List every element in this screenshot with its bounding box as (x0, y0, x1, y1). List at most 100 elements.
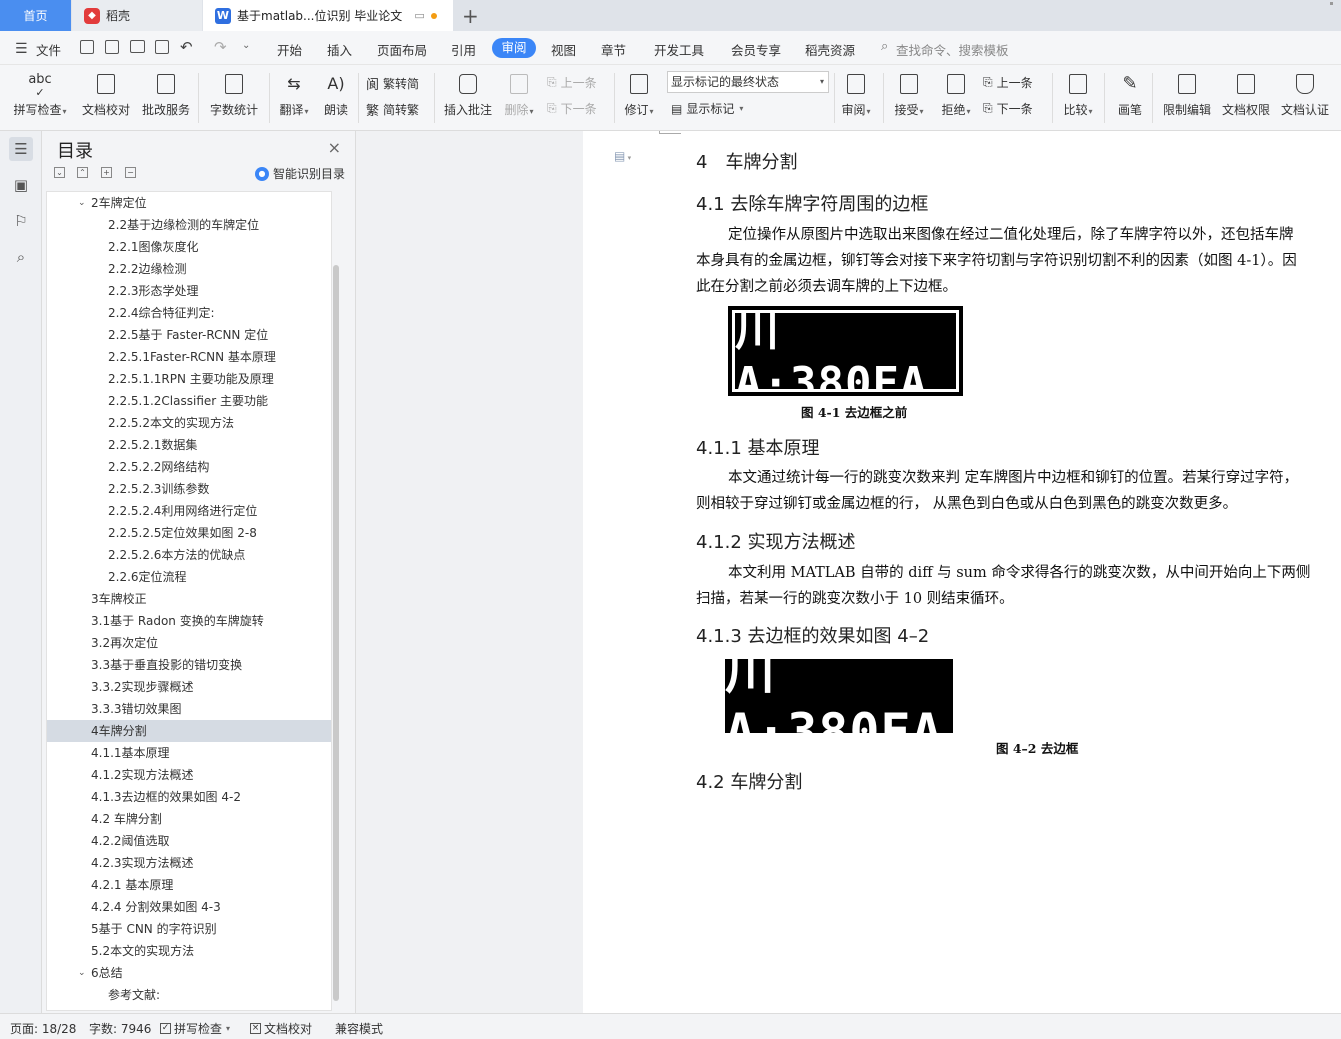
toc-item[interactable]: 3.3.3错切效果图 (47, 698, 331, 720)
chevron-down-icon[interactable]: ⌄ (78, 962, 86, 984)
trad-to-simp-button[interactable]: 阆繁转简 (366, 74, 419, 93)
toc-item[interactable]: 2.2.2边缘检测 (47, 258, 331, 280)
chapter-nav-icon[interactable]: ▣ (9, 173, 33, 197)
toc-item[interactable]: 2.2.5.2.5定位效果如图 2-8 (47, 522, 331, 544)
doc-proofread-button[interactable]: 文档校对 (80, 65, 132, 118)
toc-item[interactable]: 2.2.5.1.2Classifier 主要功能 (47, 390, 331, 412)
command-search-input[interactable]: 查找命令、搜索模板 (896, 40, 1009, 59)
menu-insert[interactable]: 插入 (327, 40, 352, 59)
toc-item[interactable]: 4车牌分割 (47, 720, 331, 742)
toc-item[interactable]: 2.2.4综合特征判定: (47, 302, 331, 324)
add-level-icon[interactable]: + (101, 167, 112, 178)
hamburger-icon[interactable]: ☰ (15, 41, 28, 57)
collapse-all-icon[interactable]: ⌄ (54, 167, 65, 178)
menu-member[interactable]: 会员专享 (731, 40, 781, 59)
undo-icon[interactable]: ↶ (180, 38, 193, 56)
menu-chapter[interactable]: 章节 (601, 40, 626, 59)
word-count-button[interactable]: 字数统计 (206, 65, 262, 118)
toc-item[interactable]: 2.2基于边缘检测的车牌定位 (47, 214, 331, 236)
show-markup-button[interactable]: ▤ 显示标记 ▾ (671, 100, 743, 117)
toc-item[interactable]: 2.2.6定位流程 (47, 566, 331, 588)
insert-comment-button[interactable]: 插入批注 (442, 65, 494, 118)
redo-icon[interactable]: ↷ (214, 38, 227, 56)
export-pdf-icon[interactable] (105, 40, 119, 54)
page-indicator[interactable]: 页面: 18/28 (10, 1020, 76, 1037)
toc-item[interactable]: 4.2.3实现方法概述 (47, 852, 331, 874)
simp-to-trad-button[interactable]: 繁简转繁 (366, 100, 419, 119)
window-minimize-icon[interactable] (1330, 2, 1333, 5)
toc-item[interactable]: 5.2本文的实现方法 (47, 940, 331, 962)
toc-item[interactable]: 3.3基于垂直投影的错切变换 (47, 654, 331, 676)
toc-item[interactable]: 4.2 车牌分割 (47, 808, 331, 830)
toc-item[interactable]: 2.2.5.2.2网络结构 (47, 456, 331, 478)
search-icon[interactable]: ⌕ (9, 245, 33, 269)
doc-outline-icon[interactable]: ▤ ▾ (614, 149, 631, 163)
markup-mode-select[interactable]: 显示标记的最终状态 ▾ (667, 71, 829, 93)
doc-permission-button[interactable]: 文档权限 (1220, 65, 1272, 118)
remove-level-icon[interactable]: − (125, 167, 136, 178)
toc-item[interactable]: 4.1.3去边框的效果如图 4-2 (47, 786, 331, 808)
toc-scrollbar[interactable] (333, 265, 339, 1001)
toc-item[interactable]: 参考文献: (47, 984, 331, 1006)
doc-certify-button[interactable]: 文档认证 (1279, 65, 1331, 118)
screen-icon[interactable]: ▭ (414, 9, 424, 22)
toc-item[interactable]: ⌄ 2车牌定位 (47, 192, 331, 214)
review-pane-button[interactable]: 审阅▾ (838, 65, 874, 118)
pen-button[interactable]: ✎ 画笔 (1114, 65, 1146, 118)
menu-reference[interactable]: 引用 (451, 40, 476, 59)
toc-item[interactable]: 2.2.5基于 Faster-RCNN 定位 (47, 324, 331, 346)
toc-icon[interactable]: ☰ (9, 137, 33, 161)
compare-button[interactable]: 比较▾ (1060, 65, 1096, 118)
status-proofread[interactable]: × 文档校对 (250, 1020, 312, 1037)
toc-item[interactable]: 4.2.1 基本原理 (47, 874, 331, 896)
menu-developer[interactable]: 开发工具 (654, 40, 704, 59)
print-icon[interactable] (130, 40, 145, 53)
menu-review[interactable]: 审阅 (492, 38, 536, 58)
print-preview-icon[interactable] (155, 40, 169, 54)
close-icon[interactable]: × (328, 138, 341, 157)
toc-item[interactable]: 3车牌校正 (47, 588, 331, 610)
toc-item[interactable]: 2.2.5.2.6本方法的优缺点 (47, 544, 331, 566)
delete-comment-button[interactable]: 删除▾ (500, 65, 538, 118)
toc-item[interactable]: 4.1.2实现方法概述 (47, 764, 331, 786)
prev-change-button[interactable]: ⎘ 上一条 (983, 74, 1033, 91)
annotate-service-button[interactable]: 批改服务 (140, 65, 192, 118)
toc-item[interactable]: 2.2.5.1.1RPN 主要功能及原理 (47, 368, 331, 390)
prev-comment-button[interactable]: ⎘ 上一条 (547, 74, 597, 91)
reject-button[interactable]: 拒绝▾ (938, 65, 974, 118)
spell-check-button[interactable]: abc ✓ 拼写检查▾ (10, 65, 70, 118)
toc-item[interactable]: 2.2.5.2本文的实现方法 (47, 412, 331, 434)
toc-item[interactable]: 3.2再次定位 (47, 632, 331, 654)
menu-layout[interactable]: 页面布局 (377, 40, 427, 59)
next-change-button[interactable]: ⎘ 下一条 (983, 100, 1033, 117)
tab-document[interactable]: W 基于matlab...位识别 毕业论文 ▭ (203, 0, 453, 31)
smart-toc-button[interactable]: ● 智能识别目录 (255, 165, 345, 182)
toc-item[interactable]: 2.2.3形态学处理 (47, 280, 331, 302)
status-spell-check[interactable]: ✓ 拼写检查 ▾ (160, 1020, 230, 1037)
toc-item[interactable]: 2.2.5.1Faster-RCNN 基本原理 (47, 346, 331, 368)
chevron-down-icon[interactable]: ⌄ (78, 192, 86, 214)
track-changes-button[interactable]: 修订▾ (620, 65, 658, 118)
menu-file[interactable]: 文件 (36, 40, 61, 59)
tab-home[interactable]: 首页 (0, 0, 71, 31)
word-count-indicator[interactable]: 字数: 7946 (89, 1020, 151, 1037)
toc-item[interactable]: 2.2.5.2.3训练参数 (47, 478, 331, 500)
toc-item[interactable]: 3.1基于 Radon 变换的车牌旋转 (47, 610, 331, 632)
translate-button[interactable]: ⇆ 翻译▾ (276, 65, 312, 118)
toc-item[interactable]: 2.2.1图像灰度化 (47, 236, 331, 258)
tab-daoke[interactable]: ◆ 稻壳 (72, 0, 202, 31)
toc-item[interactable]: 4.2.4 分割效果如图 4-3 (47, 896, 331, 918)
menu-start[interactable]: 开始 (277, 40, 302, 59)
expand-all-icon[interactable]: ⌃ (77, 167, 88, 178)
menu-view[interactable]: 视图 (551, 40, 576, 59)
read-aloud-button[interactable]: A) 朗读 (320, 65, 352, 118)
toc-item[interactable]: 3.3.2实现步骤概述 (47, 676, 331, 698)
toc-item[interactable]: 4.2.2阈值选取 (47, 830, 331, 852)
accept-button[interactable]: 接受▾ (891, 65, 927, 118)
menu-daoke-resources[interactable]: 稻壳资源 (805, 40, 855, 59)
more-chevron-icon[interactable]: ⌄ (242, 40, 250, 51)
toc-item[interactable]: 2.2.5.2.4利用网络进行定位 (47, 500, 331, 522)
bookmark-icon[interactable]: ⚐ (9, 209, 33, 233)
next-comment-button[interactable]: ⎘ 下一条 (547, 100, 597, 117)
save-icon[interactable] (80, 40, 94, 54)
